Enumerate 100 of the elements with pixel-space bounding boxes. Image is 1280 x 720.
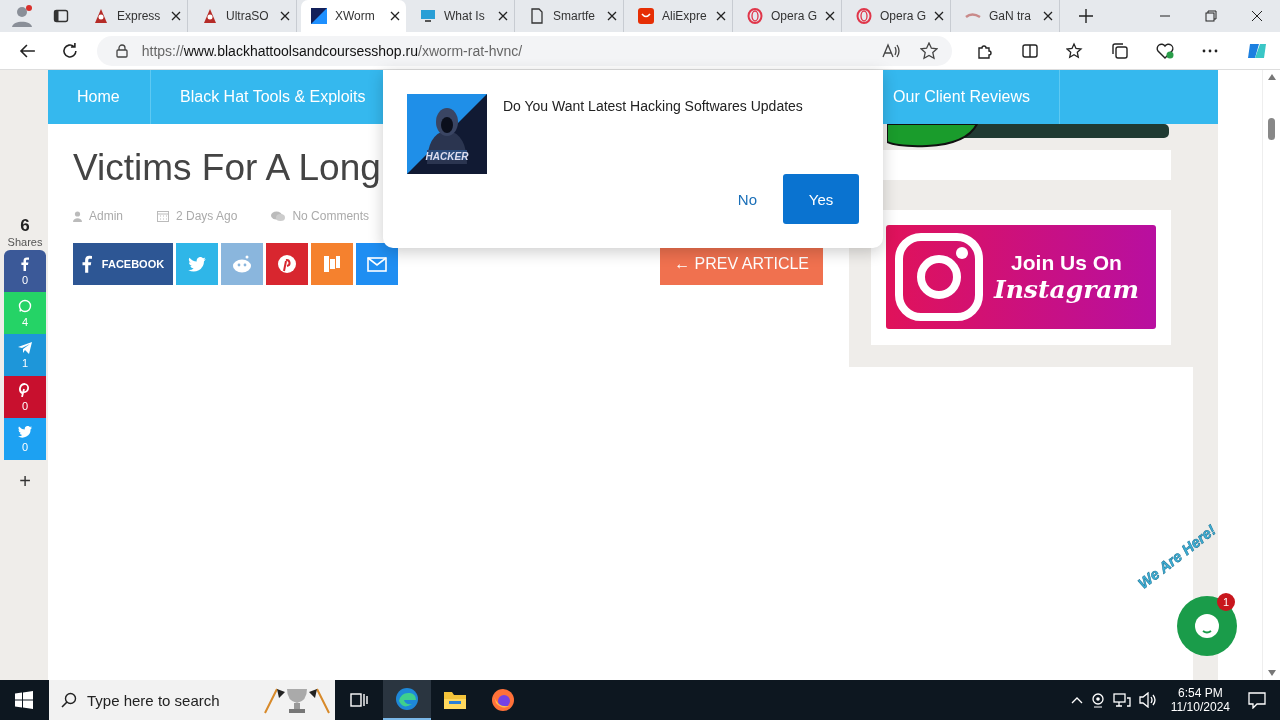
network-icon[interactable] bbox=[1112, 692, 1131, 708]
ring-icon bbox=[856, 8, 872, 24]
clock-time[interactable]: 6:54 PM bbox=[1178, 686, 1223, 700]
no-button[interactable]: No bbox=[711, 190, 783, 208]
restore-icon[interactable] bbox=[1205, 10, 1217, 22]
reload-icon[interactable] bbox=[60, 41, 79, 60]
clock-date[interactable]: 11/10/2024 bbox=[1170, 700, 1230, 714]
share-count: 6 bbox=[20, 216, 30, 236]
hooded-figure-icon bbox=[202, 8, 218, 24]
scroll-up-icon[interactable] bbox=[1267, 74, 1276, 80]
tab-title: What Is bbox=[444, 9, 486, 23]
facebook-icon bbox=[21, 256, 29, 271]
user-icon bbox=[73, 210, 82, 222]
banner-heading: Join Us On bbox=[1011, 250, 1122, 275]
share-count: 0 bbox=[21, 273, 29, 286]
search-field[interactable]: Type here to search bbox=[49, 680, 335, 720]
close-icon[interactable] bbox=[716, 11, 726, 21]
close-icon[interactable] bbox=[498, 11, 508, 21]
shopping-bag-icon bbox=[638, 8, 654, 24]
share-button[interactable] bbox=[311, 243, 353, 285]
paper-plane-icon bbox=[18, 341, 32, 354]
read-aloud-icon[interactable] bbox=[882, 42, 900, 59]
search-icon bbox=[61, 692, 77, 708]
close-icon[interactable] bbox=[390, 11, 400, 21]
close-icon[interactable] bbox=[934, 11, 945, 21]
tab-title: Express bbox=[117, 9, 162, 23]
close-icon[interactable] bbox=[1251, 10, 1263, 22]
close-icon[interactable] bbox=[1043, 11, 1053, 21]
pinterest-icon bbox=[19, 382, 31, 397]
scroll-thumb[interactable] bbox=[1268, 118, 1275, 140]
heartbeat-icon[interactable] bbox=[1156, 41, 1174, 60]
volume-icon[interactable] bbox=[1138, 692, 1157, 708]
browser-tab[interactable]: XWorm bbox=[301, 0, 406, 32]
edge-icon bbox=[395, 687, 419, 711]
bird-icon bbox=[18, 425, 32, 438]
taskbar-app[interactable] bbox=[383, 680, 431, 720]
share-button[interactable]: FACEBOOK bbox=[73, 243, 173, 285]
instagram-banner[interactable]: Join Us On Instagram bbox=[886, 225, 1156, 329]
comments-icon bbox=[271, 210, 286, 222]
pinterest-icon bbox=[277, 254, 297, 274]
share-count: 4 bbox=[21, 315, 29, 328]
scroll-down-icon[interactable] bbox=[1267, 670, 1276, 676]
close-icon[interactable] bbox=[171, 11, 181, 21]
monitor-icon bbox=[420, 8, 436, 24]
collections-icon[interactable] bbox=[1111, 41, 1129, 60]
tab-actions-icon[interactable] bbox=[53, 8, 69, 24]
instagram-icon bbox=[894, 232, 984, 322]
tab-title: Opera G bbox=[771, 9, 818, 23]
new-tab-icon[interactable] bbox=[1078, 8, 1094, 24]
url-text: https://www.blackhattoolsandcoursesshop.ru/xworm-rat-hvnc/ bbox=[141, 42, 523, 59]
hooded-figure-icon bbox=[93, 8, 109, 24]
page-icon bbox=[529, 8, 545, 24]
favorites-icon[interactable] bbox=[1066, 41, 1084, 60]
webcam-icon[interactable] bbox=[1090, 692, 1105, 708]
share-count: 0 bbox=[21, 440, 29, 453]
article-title: Victims For A Long bbox=[73, 146, 381, 190]
tab-title: Smartfe bbox=[553, 9, 596, 23]
address-bar[interactable]: https://www.blackhattoolsandcoursesshop.ru/xworm-rat-hvnc/ bbox=[96, 35, 952, 66]
facebook-icon bbox=[81, 255, 92, 273]
firefox-icon bbox=[491, 688, 515, 712]
hacker-icon bbox=[311, 8, 327, 24]
meta-text: No Comments bbox=[292, 209, 370, 223]
lock-icon bbox=[115, 43, 128, 58]
share-button[interactable] bbox=[356, 243, 398, 285]
close-icon[interactable] bbox=[280, 11, 290, 21]
share-button[interactable]: 0 bbox=[4, 250, 46, 292]
tab-title: GaN tra bbox=[989, 9, 1032, 23]
mail-icon bbox=[367, 256, 387, 272]
tab-title: AliExpre bbox=[662, 9, 708, 23]
chat-bubble-icon bbox=[1193, 612, 1221, 640]
bird-icon bbox=[188, 256, 206, 272]
share-button[interactable] bbox=[266, 243, 308, 285]
close-icon[interactable] bbox=[607, 11, 617, 21]
star-icon[interactable] bbox=[920, 41, 938, 60]
notification-badge: 1 bbox=[1217, 593, 1235, 611]
share-button[interactable]: 0 bbox=[4, 376, 46, 418]
tab-title: XWorm bbox=[335, 9, 376, 23]
yes-button[interactable]: Yes bbox=[783, 174, 859, 224]
ring-icon bbox=[747, 8, 763, 24]
notifications-icon[interactable] bbox=[1248, 691, 1266, 709]
banner-heading: Instagram bbox=[994, 274, 1139, 304]
tab-title: Opera G bbox=[880, 9, 927, 23]
whatsapp-icon bbox=[18, 298, 32, 313]
share-count: 0 bbox=[21, 399, 29, 412]
meta-text: 2 Days Ago bbox=[176, 209, 238, 223]
profile-icon[interactable] bbox=[9, 3, 35, 29]
meta-text: Admin bbox=[89, 209, 123, 223]
chevron-up-icon[interactable] bbox=[1070, 696, 1083, 704]
chat-button[interactable] bbox=[1177, 596, 1237, 656]
share-count: 1 bbox=[21, 356, 29, 369]
reddit-icon bbox=[232, 255, 252, 273]
close-icon[interactable] bbox=[825, 11, 836, 21]
popup-message: Do You Want Latest Hacking Softwares Updates bbox=[503, 98, 804, 114]
folder-icon bbox=[443, 690, 467, 710]
calendar-icon bbox=[157, 210, 169, 222]
split-screen-icon[interactable] bbox=[1021, 41, 1039, 60]
windows-start-icon[interactable] bbox=[15, 691, 33, 709]
mix-icon bbox=[323, 256, 341, 272]
logo-text: HACKER bbox=[424, 151, 470, 162]
tab-title: UltraSO bbox=[226, 9, 270, 23]
